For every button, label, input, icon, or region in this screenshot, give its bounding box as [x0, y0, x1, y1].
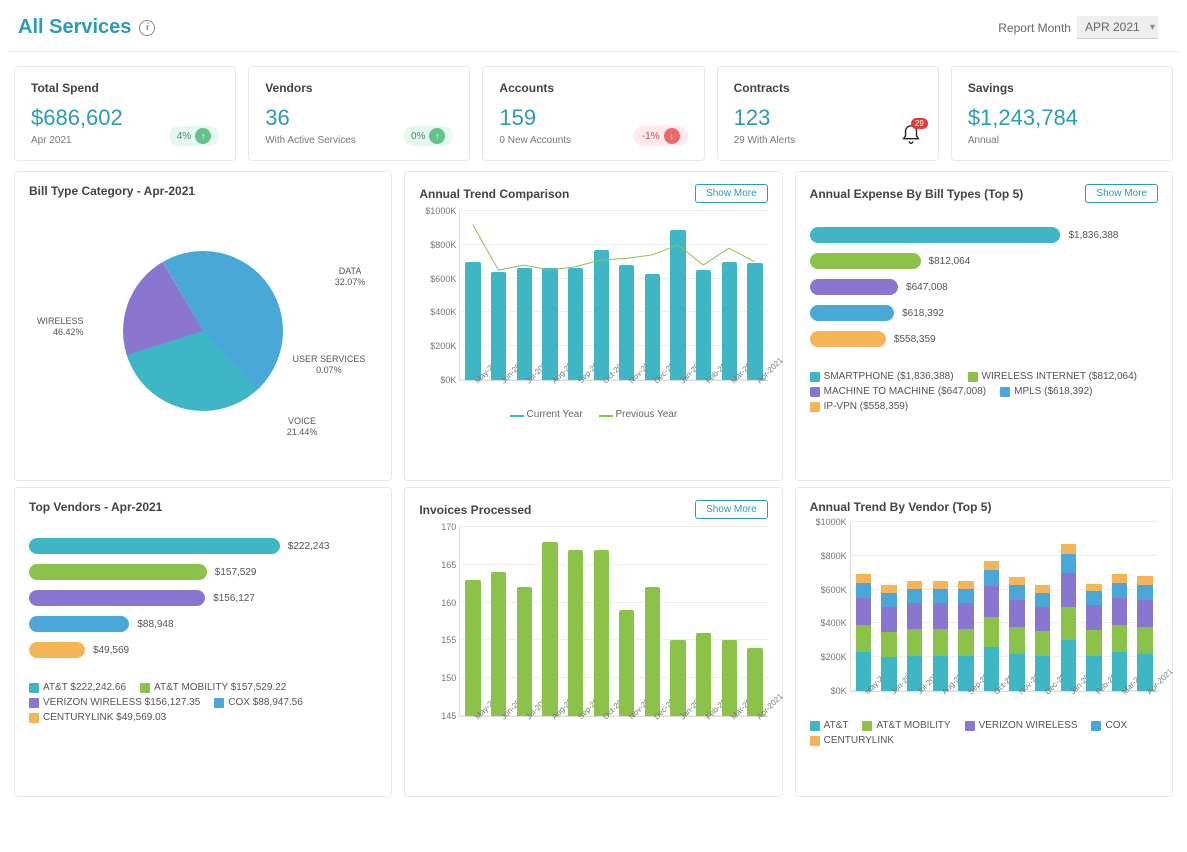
legend: AT&T $222,242.66AT&T MOBILITY $157,529.2…	[29, 682, 377, 723]
pie-label-data: DATA32.07%	[335, 266, 366, 288]
panel-expense-billtypes: Annual Expense By Bill Types (Top 5) Sho…	[795, 171, 1173, 481]
chart-top-vendors: $222,243 $157,529 $156,127 $88,948 $49,569	[29, 522, 377, 674]
card-accounts[interactable]: Accounts 159 0 New Accounts -1% ↓	[482, 66, 704, 161]
arrow-down-icon: ↓	[664, 128, 680, 144]
show-more-button[interactable]: Show More	[695, 184, 768, 203]
panels-row-2: Top Vendors - Apr-2021 $222,243$157,529$…	[14, 487, 1173, 797]
chart-bill-type: WIRELESS46.42% DATA32.07% USER SERVICES0…	[29, 206, 377, 456]
arrow-up-icon: ↑	[429, 128, 445, 144]
panel-annual-trend: Annual Trend Comparison Show More $0K$20…	[404, 171, 782, 481]
arrow-up-icon: ↑	[195, 128, 211, 144]
report-month-label: Report Month	[998, 21, 1071, 35]
page-header: All Services i Report Month APR 2021 ▾	[8, 8, 1179, 52]
bar-row: $647,008	[810, 279, 1158, 295]
chart-invoices: 145150155160165170May-2020Jun-2020Jul-20…	[419, 527, 767, 717]
panel-title: Top Vendors - Apr-2021	[29, 500, 162, 514]
card-value: 159	[499, 105, 571, 131]
report-month-picker: Report Month APR 2021 ▾	[998, 16, 1169, 39]
report-month-select[interactable]: APR 2021	[1077, 16, 1158, 39]
card-value: 36	[265, 105, 356, 131]
bell-icon[interactable]: 29	[900, 124, 922, 146]
panel-vendor-trend: Annual Trend By Vendor (Top 5) $0K$200K$…	[795, 487, 1173, 797]
show-more-button[interactable]: Show More	[695, 500, 768, 519]
panel-title: Invoices Processed	[419, 503, 531, 517]
legend: SMARTPHONE ($1,836,388)WIRELESS INTERNET…	[810, 371, 1158, 412]
chart-vendor-trend: $0K$200K$400K$600K$800K$1000KMay-2020Jun…	[810, 522, 1158, 746]
legend: AT&TAT&T MOBILITYVERIZON WIRELESSCOXCENT…	[810, 720, 1158, 746]
card-title: Savings	[968, 81, 1156, 95]
chart-expense: $1,836,388 $812,064 $647,008 $618,392 $558,3…	[810, 211, 1158, 363]
panel-title: Annual Trend By Vendor (Top 5)	[810, 500, 992, 514]
alert-count: 29	[911, 118, 928, 129]
bar-row: $222,243	[29, 538, 377, 554]
delta-badge: 0% ↑	[403, 126, 453, 146]
pie-chart	[123, 251, 283, 411]
pie-label-wireless: WIRELESS46.42%	[37, 316, 84, 338]
card-title: Contracts	[734, 81, 922, 95]
bar-row: $49,569	[29, 642, 377, 658]
panel-title: Annual Expense By Bill Types (Top 5)	[810, 187, 1024, 201]
pie-label-voice: VOICE21.44%	[287, 416, 318, 438]
kpi-cards: Total Spend $686,602 Apr 2021 4% ↑ Vendo…	[14, 66, 1173, 161]
panel-invoices: Invoices Processed Show More 14515015516…	[404, 487, 782, 797]
card-sub: With Active Services	[265, 135, 356, 146]
show-more-button[interactable]: Show More	[1085, 184, 1158, 203]
card-value: 123	[734, 105, 796, 131]
bar-row: $812,064	[810, 253, 1158, 269]
card-sub: Annual	[968, 135, 1156, 146]
delta-badge: -1% ↓	[634, 126, 688, 146]
panel-title: Annual Trend Comparison	[419, 187, 569, 201]
bar-row: $1,836,388	[810, 227, 1158, 243]
card-title: Accounts	[499, 81, 687, 95]
card-savings[interactable]: Savings $1,243,784 Annual	[951, 66, 1173, 161]
panel-top-vendors: Top Vendors - Apr-2021 $222,243$157,529$…	[14, 487, 392, 797]
title-text: All Services	[18, 16, 131, 39]
bar-row: $157,529	[29, 564, 377, 580]
delta-badge: 4% ↑	[169, 126, 219, 146]
bar-row: $558,359	[810, 331, 1158, 347]
card-sub: 29 With Alerts	[734, 135, 796, 146]
info-icon[interactable]: i	[139, 20, 155, 36]
card-sub: 0 New Accounts	[499, 135, 571, 146]
card-title: Total Spend	[31, 81, 219, 95]
bar-row: $88,948	[29, 616, 377, 632]
card-sub: Apr 2021	[31, 135, 123, 146]
card-contracts[interactable]: Contracts 123 29 With Alerts 29	[717, 66, 939, 161]
card-vendors[interactable]: Vendors 36 With Active Services 0% ↑	[248, 66, 470, 161]
card-value: $686,602	[31, 105, 123, 131]
chart-annual-trend: $0K$200K$400K$600K$800K$1000KMay-2020Jun…	[419, 211, 767, 420]
card-title: Vendors	[265, 81, 453, 95]
legend: Current Year Previous Year	[419, 409, 767, 420]
pie-label-userservices: USER SERVICES0.07%	[292, 354, 365, 376]
bar-row: $618,392	[810, 305, 1158, 321]
card-total-spend[interactable]: Total Spend $686,602 Apr 2021 4% ↑	[14, 66, 236, 161]
panel-title: Bill Type Category - Apr-2021	[29, 184, 195, 198]
panels-row-1: Bill Type Category - Apr-2021 WIRELESS46…	[14, 171, 1173, 481]
card-value: $1,243,784	[968, 105, 1156, 131]
bar-row: $156,127	[29, 590, 377, 606]
panel-bill-type: Bill Type Category - Apr-2021 WIRELESS46…	[14, 171, 392, 481]
page-title: All Services i	[18, 16, 155, 39]
